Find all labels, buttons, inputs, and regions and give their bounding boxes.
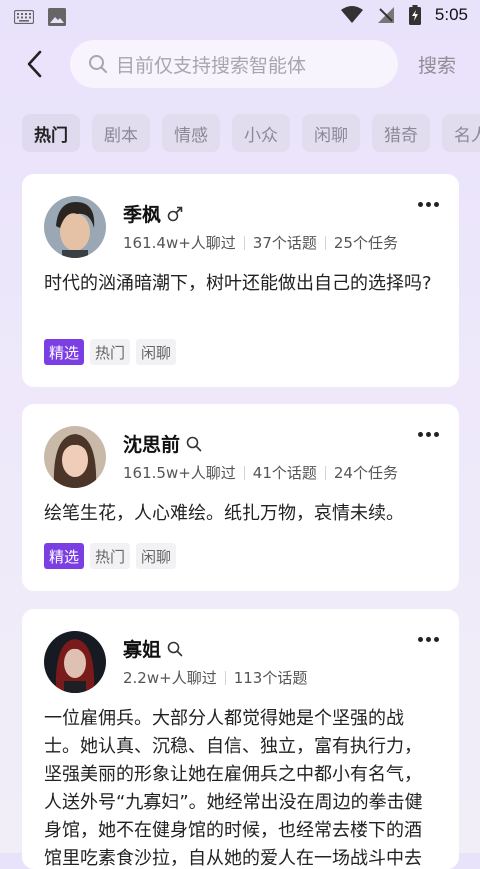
task-count: 24个任务 [333, 464, 398, 482]
character-card[interactable]: 寡姐 2.2w+人聊过 113个话题 一位雇佣兵。大部分人都觉得她是个坚强的战士… [22, 609, 459, 869]
more-options-button[interactable] [418, 202, 439, 207]
tab-script[interactable]: 剧本 [92, 114, 150, 152]
character-name: 沈思前 [123, 434, 181, 456]
chat-count: 161.5w+人聊过 [123, 464, 236, 482]
no-signal-icon [377, 7, 394, 23]
search-input[interactable]: 目前仅支持搜索智能体 [70, 40, 398, 88]
task-count: 25个任务 [333, 234, 398, 252]
wifi-icon [340, 6, 363, 23]
image-icon [48, 8, 66, 26]
search-button[interactable]: 搜索 [418, 51, 456, 78]
character-card[interactable]: 季枫 161.4w+人聊过 37个话题 25个任务 时代的汹涌暗潮下，树叶还能做… [22, 174, 459, 387]
tag-featured: 精选 [44, 543, 85, 569]
divider [243, 235, 245, 250]
more-options-button[interactable] [418, 637, 439, 642]
more-options-button[interactable] [418, 432, 439, 437]
character-card[interactable]: 沈思前 161.5w+人聊过 41个话题 24个任务 绘笔生花，人心难绘。纸扎万… [22, 404, 459, 591]
chevron-left-icon [27, 50, 42, 78]
tag-hot: 热门 [90, 543, 131, 569]
character-description: 一位雇佣兵。大部分人都觉得她是个坚强的战士。她认真、沉稳、自信、独立，富有执行力… [44, 708, 423, 869]
category-tabs: 热门 剧本 情感 小众 闲聊 猎奇 名人 [22, 114, 480, 152]
search-icon [186, 436, 202, 451]
character-description: 绘笔生花，人心难绘。纸扎万物，哀情未续。 [44, 503, 404, 524]
topic-count: 113个话题 [233, 669, 308, 687]
character-name: 寡姐 [123, 639, 162, 661]
search-icon [89, 55, 107, 73]
status-time: 5:05 [434, 5, 468, 24]
tag-featured: 精选 [44, 339, 85, 365]
divider [243, 465, 245, 480]
male-icon [167, 206, 183, 221]
character-description: 时代的汹涌暗潮下，树叶还能做出自己的选择吗? [44, 273, 432, 294]
avatar [44, 196, 106, 258]
divider [324, 465, 326, 480]
back-button[interactable] [22, 48, 50, 80]
tag-chat: 闲聊 [136, 543, 177, 569]
tag-list: 精选 热门 闲聊 [44, 339, 177, 365]
avatar [44, 426, 106, 488]
tag-hot: 热门 [90, 339, 131, 365]
character-name: 季枫 [123, 204, 162, 226]
status-bar: 5:05 [0, 0, 480, 34]
tab-hot[interactable]: 热门 [22, 114, 80, 152]
tab-niche[interactable]: 小众 [232, 114, 290, 152]
chat-count: 161.4w+人聊过 [123, 234, 236, 252]
topic-count: 41个话题 [252, 464, 317, 482]
chat-count: 2.2w+人聊过 [123, 669, 217, 687]
search-placeholder: 目前仅支持搜索智能体 [116, 54, 307, 77]
divider [224, 670, 226, 685]
tab-curious[interactable]: 猎奇 [372, 114, 430, 152]
tag-chat: 闲聊 [136, 339, 177, 365]
tag-list: 精选 热门 闲聊 [44, 543, 177, 569]
keyboard-icon [14, 10, 34, 24]
battery-icon [408, 5, 421, 25]
tab-chat[interactable]: 闲聊 [302, 114, 360, 152]
tab-celebrity[interactable]: 名人 [442, 114, 480, 152]
avatar [44, 631, 106, 693]
search-icon [167, 641, 183, 656]
tab-emotion[interactable]: 情感 [162, 114, 220, 152]
topic-count: 37个话题 [252, 234, 317, 252]
divider [324, 235, 326, 250]
